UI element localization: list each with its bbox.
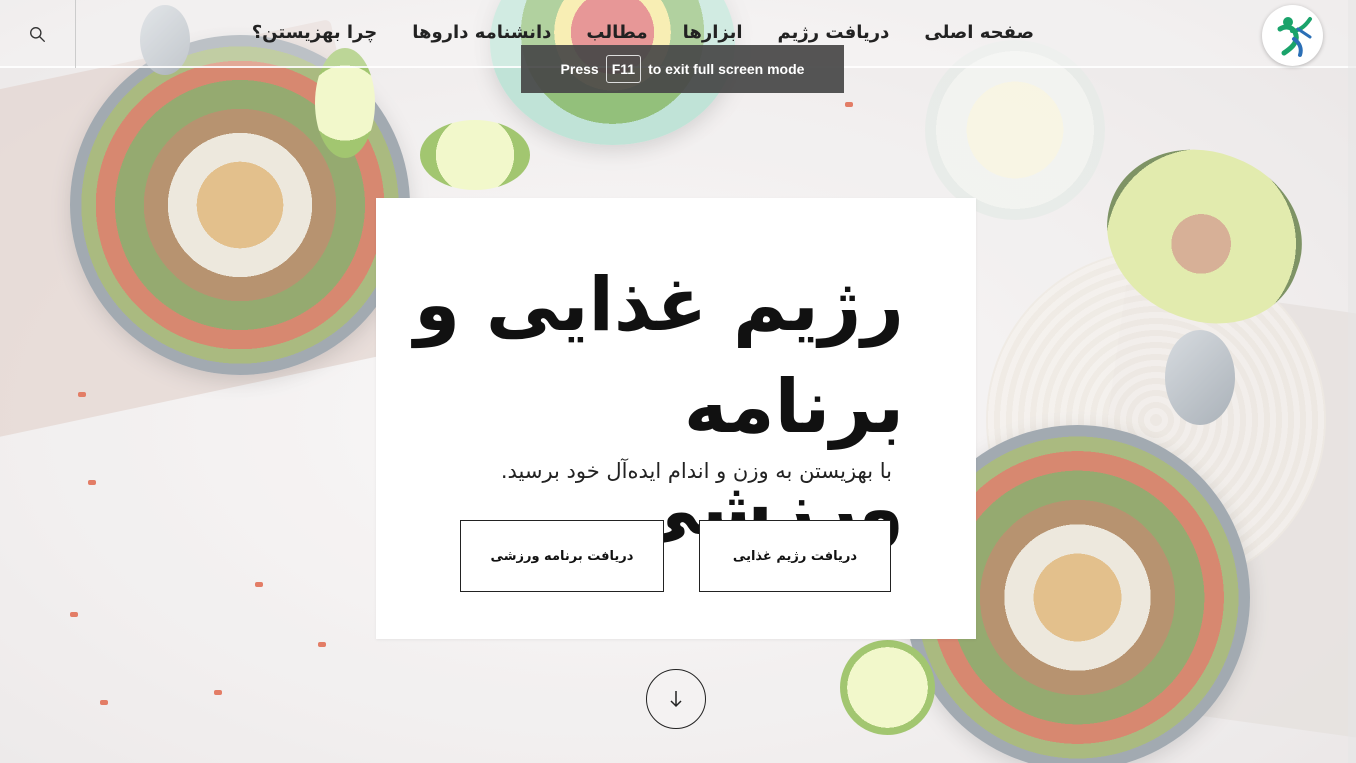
- arrow-down-icon: [670, 691, 682, 708]
- nav-item-why-behzistan[interactable]: چرا بهزیستن؟: [252, 22, 378, 43]
- search-button[interactable]: [0, 0, 76, 68]
- nav-item-home[interactable]: صفحه اصلی: [924, 22, 1034, 43]
- search-icon: [30, 26, 45, 42]
- site-logo[interactable]: [1262, 5, 1323, 66]
- f11-keycap: F11: [605, 55, 642, 83]
- nav-item-tools[interactable]: ابزارها: [683, 22, 743, 43]
- main-nav: صفحه اصلی دریافت رژیم ابزارها مطالب دانش…: [252, 22, 1034, 43]
- nav-item-drug-encyclopedia[interactable]: دانشنامه داروها: [412, 22, 551, 43]
- figure-logo-icon: [1277, 16, 1312, 57]
- get-diet-button[interactable]: دریافت رژیم غذایی: [699, 520, 891, 592]
- hero-subtitle: با بهزیستن به وزن و اندام ایده‌آل خود بر…: [500, 459, 892, 483]
- fullscreen-notice: Press F11 to exit full screen mode: [521, 45, 844, 93]
- hero-title-line1: رژیم غذایی و: [414, 262, 904, 348]
- hero-card: رژیم غذایی و برنامه ورزشی با بهزیستن به …: [376, 198, 976, 639]
- hero-title: رژیم غذایی و برنامه ورزشی: [404, 254, 904, 560]
- nav-item-articles[interactable]: مطالب: [586, 22, 647, 43]
- notice-prefix: Press: [560, 61, 599, 77]
- page-scrollbar[interactable]: [1348, 0, 1356, 763]
- nav-item-get-diet[interactable]: دریافت رژیم: [778, 22, 890, 43]
- scroll-down-button[interactable]: [646, 669, 706, 729]
- notice-suffix: to exit full screen mode: [648, 61, 805, 77]
- get-workout-button[interactable]: دریافت برنامه ورزشی: [460, 520, 664, 592]
